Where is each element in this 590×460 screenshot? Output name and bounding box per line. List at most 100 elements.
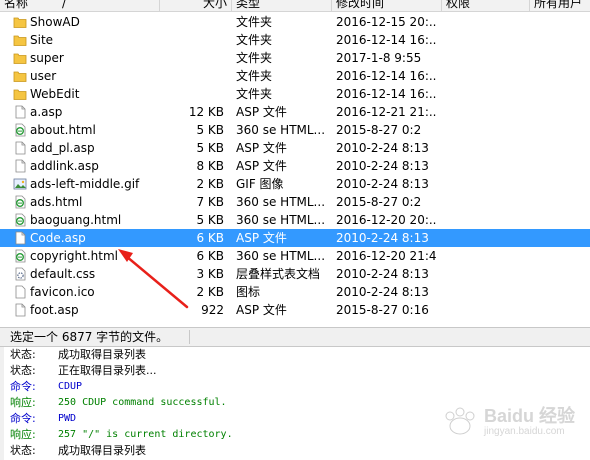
file-modified: 2017-1-8 9:55 bbox=[336, 51, 422, 65]
status-bar-divider bbox=[189, 330, 190, 344]
file-row[interactable]: WebEdit 文件夹 2016-12-14 16:... bbox=[0, 85, 590, 103]
file-name-cell: default.css bbox=[13, 265, 163, 283]
file-modified: 2010-2-24 8:13 bbox=[336, 285, 429, 299]
file-size: 3 KB bbox=[196, 267, 224, 281]
file-row[interactable]: Site 文件夹 2016-12-14 16:... bbox=[0, 31, 590, 49]
column-header-name[interactable]: 名称 / bbox=[0, 0, 160, 11]
log-label: 状态: bbox=[10, 444, 36, 457]
column-header-type[interactable]: 类型 bbox=[232, 0, 332, 11]
file-modified: 2015-8-27 0:2 bbox=[336, 195, 422, 209]
file-type: ASP 文件 bbox=[236, 105, 287, 119]
column-header-modified[interactable]: 修改时间 bbox=[332, 0, 442, 11]
log-message: 257 "/" is current directory. bbox=[58, 429, 233, 440]
file-list[interactable]: ShowAD 文件夹 2016-12-15 20:... Site 文件夹 2016-12… bbox=[0, 13, 590, 327]
file-name-cell: addlink.asp bbox=[13, 157, 163, 175]
file-name: ShowAD bbox=[30, 15, 80, 29]
file-row[interactable]: ads-left-middle.gif 2 KB GIF 图像 2010-2-24 8… bbox=[0, 175, 590, 193]
file-row[interactable]: favicon.ico 2 KB 图标 2010-2-24 8:13 bbox=[0, 283, 590, 301]
file-icon bbox=[13, 303, 27, 317]
file-modified: 2010-2-24 8:13 bbox=[336, 141, 429, 155]
file-modified: 2010-2-24 8:13 bbox=[336, 159, 429, 173]
file-row[interactable]: user 文件夹 2016-12-14 16:... bbox=[0, 67, 590, 85]
file-row[interactable]: default.css 3 KB 层叠样式表文档 2010-2-24 8:13 bbox=[0, 265, 590, 283]
css-file-icon bbox=[13, 267, 27, 281]
file-name: ads.html bbox=[30, 195, 83, 209]
file-modified: 2010-2-24 8:13 bbox=[336, 177, 429, 191]
file-name: copyright.html bbox=[30, 249, 119, 263]
file-row[interactable]: foot.asp 922 ASP 文件 2015-8-27 0:16 bbox=[0, 301, 590, 319]
column-name-label: 名称 bbox=[4, 0, 29, 10]
file-type: 360 se HTML... bbox=[236, 249, 326, 263]
folder-icon bbox=[13, 51, 27, 65]
file-row[interactable]: copyright.html 6 KB 360 se HTML... 2016-12-… bbox=[0, 247, 590, 265]
log-label: 命令: bbox=[10, 380, 36, 393]
file-type: 文件夹 bbox=[236, 33, 273, 47]
file-name-cell: ads-left-middle.gif bbox=[13, 175, 163, 193]
file-name: user bbox=[30, 69, 57, 83]
file-size: 12 KB bbox=[188, 105, 224, 119]
html-file-icon bbox=[13, 213, 27, 227]
column-header-permissions[interactable]: 权限 bbox=[442, 0, 530, 11]
folder-icon bbox=[13, 87, 27, 101]
column-header-owner[interactable]: 所有用户 bbox=[530, 0, 590, 11]
file-name: about.html bbox=[30, 123, 96, 137]
file-type: ASP 文件 bbox=[236, 159, 287, 173]
file-size: 2 KB bbox=[196, 177, 224, 191]
file-modified: 2016-12-14 16:... bbox=[336, 69, 436, 83]
file-name-cell: favicon.ico bbox=[13, 283, 163, 301]
log-label: 状态: bbox=[10, 364, 36, 377]
file-size: 7 KB bbox=[196, 195, 224, 209]
file-icon bbox=[13, 141, 27, 155]
file-type: 文件夹 bbox=[236, 87, 273, 101]
file-row[interactable]: baoguang.html 5 KB 360 se HTML... 2016-12-2… bbox=[0, 211, 590, 229]
file-name: addlink.asp bbox=[30, 159, 99, 173]
file-type: GIF 图像 bbox=[236, 177, 284, 191]
file-row[interactable]: a.asp 12 KB ASP 文件 2016-12-21 21:... bbox=[0, 103, 590, 121]
log-label: 状态: bbox=[10, 348, 36, 361]
file-name-cell: about.html bbox=[13, 121, 163, 139]
file-row[interactable]: ads.html 7 KB 360 se HTML... 2015-8-27 0:2 bbox=[0, 193, 590, 211]
file-name: a.asp bbox=[30, 105, 63, 119]
log-message: 正在取得目录列表... bbox=[58, 364, 157, 377]
file-row[interactable]: addlink.asp 8 KB ASP 文件 2010-2-24 8:13 bbox=[0, 157, 590, 175]
file-name: foot.asp bbox=[30, 303, 79, 317]
file-size: 5 KB bbox=[196, 141, 224, 155]
file-type: 360 se HTML... bbox=[236, 195, 326, 209]
file-modified: 2016-12-15 20:... bbox=[336, 15, 436, 29]
status-bar: 选定一个 6877 字节的文件。 bbox=[0, 327, 590, 347]
folder-icon bbox=[13, 33, 27, 47]
folder-icon bbox=[13, 69, 27, 83]
file-icon bbox=[13, 159, 27, 173]
file-name-cell: WebEdit bbox=[13, 85, 163, 103]
file-type: 360 se HTML... bbox=[236, 213, 326, 227]
file-name-cell: user bbox=[13, 67, 163, 85]
file-list-header: 名称 / 大小 类型 修改时间 权限 所有用户 bbox=[0, 0, 590, 12]
file-name-cell: a.asp bbox=[13, 103, 163, 121]
file-modified: 2016-12-14 16:... bbox=[336, 33, 436, 47]
log-label: 命令: bbox=[10, 412, 36, 425]
html-file-icon bbox=[13, 249, 27, 263]
file-type: ASP 文件 bbox=[236, 231, 287, 245]
file-size: 5 KB bbox=[196, 213, 224, 227]
log-message: 成功取得目录列表 bbox=[58, 348, 146, 361]
file-row[interactable]: ShowAD 文件夹 2016-12-15 20:... bbox=[0, 13, 590, 31]
log-label: 响应: bbox=[10, 428, 36, 441]
file-type: 文件夹 bbox=[236, 51, 273, 65]
file-modified: 2016-12-20 20:... bbox=[336, 213, 436, 227]
column-header-size[interactable]: 大小 bbox=[160, 0, 232, 11]
file-row[interactable]: about.html 5 KB 360 se HTML... 2015-8-27 0:… bbox=[0, 121, 590, 139]
file-modified: 2016-12-14 16:... bbox=[336, 87, 436, 101]
file-row[interactable]: add_pl.asp 5 KB ASP 文件 2010-2-24 8:13 bbox=[0, 139, 590, 157]
image-file-icon bbox=[13, 177, 27, 191]
sort-indicator-icon: / bbox=[62, 0, 67, 10]
file-modified: 2016-12-21 21:... bbox=[336, 105, 436, 119]
file-name: baoguang.html bbox=[30, 213, 122, 227]
file-name: Site bbox=[30, 33, 54, 47]
file-row[interactable]: super 文件夹 2017-1-8 9:55 bbox=[0, 49, 590, 67]
file-type: 文件夹 bbox=[236, 69, 273, 83]
status-bar-text: 选定一个 6877 字节的文件。 bbox=[10, 330, 169, 344]
message-log[interactable]: 状态: 成功取得目录列表 状态: 正在取得目录列表... 命令: CDUP 响应: 250 C… bbox=[0, 347, 590, 460]
file-name-cell: super bbox=[13, 49, 163, 67]
file-row[interactable]: Code.asp 6 KB ASP 文件 2010-2-24 8:13 bbox=[0, 229, 590, 247]
file-name-cell: Site bbox=[13, 31, 163, 49]
